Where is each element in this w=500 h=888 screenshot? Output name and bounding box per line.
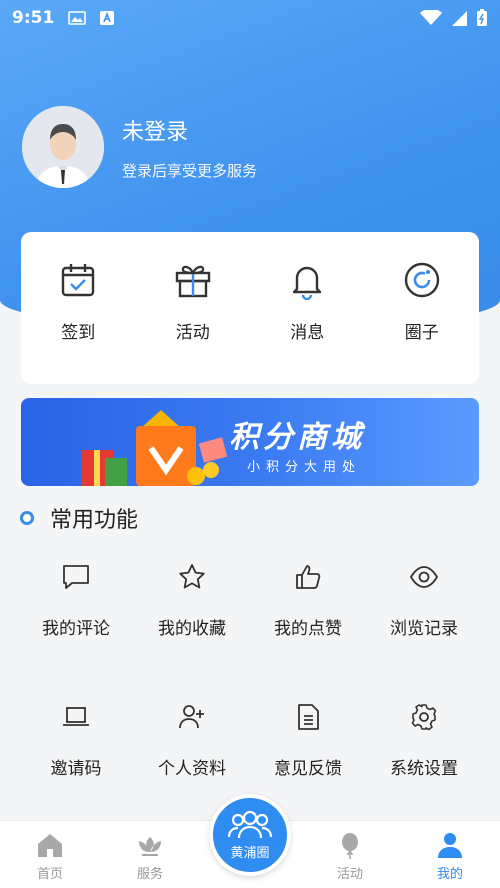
func-label: 个人资料	[158, 759, 226, 779]
balloon-icon	[342, 833, 358, 859]
lotus-icon	[139, 837, 161, 856]
group-icon	[227, 810, 273, 838]
tab-label: 活动	[336, 867, 363, 882]
func-my-favorites[interactable]: 我的收藏	[134, 548, 250, 688]
login-subtitle: 登录后享受更多服务	[122, 161, 258, 180]
login-title[interactable]: 未登录	[122, 114, 257, 146]
status-bar: 9:51	[0, 0, 500, 36]
func-label: 浏览记录	[390, 619, 458, 639]
common-functions-grid: 我的评论 我的收藏 我的点赞 浏览记录 邀请码 个人资料 意见反馈 系统设置	[18, 548, 482, 828]
func-browse-history[interactable]: 浏览记录	[366, 548, 482, 688]
func-settings[interactable]: 系统设置	[366, 688, 482, 828]
avatar[interactable]	[22, 106, 104, 188]
quick-action-checkin[interactable]: 签到	[21, 232, 136, 384]
section-dot-icon	[20, 511, 34, 525]
thumbs-up-icon	[296, 565, 321, 589]
points-mall-banner[interactable]: 积分商城 小积分大用处	[21, 398, 479, 486]
banner-subtitle: 小积分大用处	[247, 460, 362, 475]
banner-title: 积分商城	[229, 420, 365, 455]
tab-services[interactable]: 服务	[100, 821, 200, 888]
func-my-likes[interactable]: 我的点赞	[250, 548, 366, 688]
tab-activity[interactable]: 活动	[300, 821, 400, 888]
comment-icon	[63, 565, 89, 589]
bell-icon	[293, 266, 322, 300]
gear-icon	[411, 704, 437, 731]
laptop-icon	[63, 707, 89, 726]
quick-action-label: 消息	[290, 323, 325, 343]
quick-action-messages[interactable]: 消息	[250, 232, 365, 384]
circle-icon	[404, 262, 439, 298]
common-functions-header: 常用功能	[20, 502, 138, 534]
func-label: 意见反馈	[274, 759, 342, 779]
star-icon	[179, 564, 205, 589]
image-notification-icon	[68, 11, 87, 25]
quick-action-circle[interactable]: 圈子	[365, 232, 480, 384]
gift-icon	[175, 265, 210, 298]
tab-label: 服务	[136, 867, 163, 882]
home-icon	[38, 834, 62, 857]
tab-mine[interactable]: 我的	[400, 821, 500, 888]
login-profile[interactable]: 未登录 登录后享受更多服务	[22, 106, 257, 188]
keyboard-notification-icon	[100, 11, 115, 25]
func-label: 我的点赞	[274, 619, 342, 639]
section-title: 常用功能	[50, 508, 139, 533]
tab-home[interactable]: 首页	[0, 821, 100, 888]
func-label: 我的评论	[42, 619, 110, 639]
func-label: 系统设置	[390, 759, 458, 779]
quick-action-activity[interactable]: 活动	[136, 232, 251, 384]
quick-actions-card: 签到 活动 消息 圈子	[21, 232, 479, 384]
calendar-check-icon	[62, 264, 95, 297]
tab-label: 首页	[36, 867, 63, 882]
person-icon	[438, 833, 462, 858]
func-label: 邀请码	[50, 759, 102, 779]
eye-icon	[409, 566, 439, 588]
center-button-label: 黄浦圈	[230, 845, 270, 861]
wifi-icon	[420, 10, 442, 25]
user-plus-icon	[179, 705, 204, 729]
status-time: 9:51	[12, 8, 55, 28]
quick-action-label: 活动	[175, 323, 210, 343]
func-invite-code[interactable]: 邀请码	[18, 688, 134, 828]
quick-action-label: 签到	[61, 323, 96, 343]
center-huangpu-circle-button[interactable]: 黄浦圈	[209, 794, 291, 876]
quick-action-label: 圈子	[404, 323, 439, 343]
signal-icon	[452, 11, 467, 26]
tab-label: 我的	[436, 867, 463, 882]
func-label: 我的收藏	[158, 619, 226, 639]
document-icon	[298, 704, 319, 730]
battery-icon	[477, 9, 487, 26]
func-my-comments[interactable]: 我的评论	[18, 548, 134, 688]
